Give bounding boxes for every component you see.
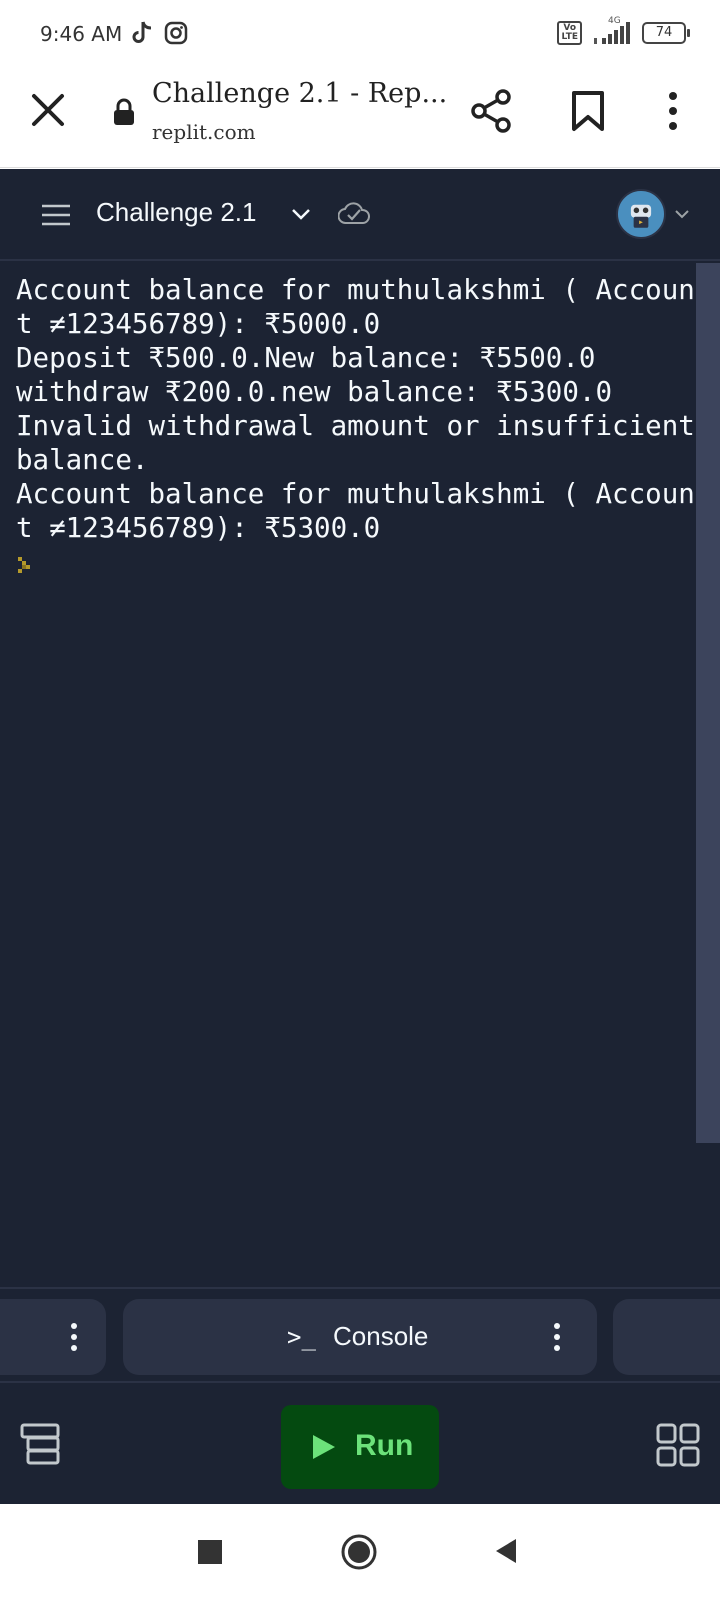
more-vertical-icon[interactable] <box>553 1322 561 1352</box>
browser-toolbar: Challenge 2.1 - Rep... replit.com <box>0 68 720 168</box>
layout-icon[interactable] <box>20 1423 60 1465</box>
repl-name[interactable]: Challenge 2.1 <box>96 197 256 228</box>
tab-previous[interactable] <box>0 1299 106 1375</box>
page-title[interactable]: Challenge 2.1 - Rep... <box>152 78 447 109</box>
cloud-check-icon <box>338 202 370 224</box>
tab-console-label: Console <box>333 1321 429 1351</box>
back-button[interactable] <box>494 1537 518 1565</box>
system-indicators: Vo LTE 4G 74 <box>557 16 690 46</box>
run-button[interactable]: Run <box>281 1405 439 1489</box>
terminal-prompt-icon: >_ <box>287 1323 316 1351</box>
recents-button[interactable] <box>198 1540 222 1564</box>
prompt-cursor-icon <box>18 557 30 573</box>
status-bar: 9:46 AM Vo LTE 4G 74 <box>0 0 720 68</box>
network-type: 4G <box>608 16 621 26</box>
status-time: 9:46 AM <box>40 22 123 46</box>
play-icon <box>313 1435 335 1459</box>
more-vertical-icon[interactable] <box>70 1322 78 1352</box>
bottom-toolbar: Run <box>0 1385 720 1504</box>
more-vertical-icon[interactable] <box>660 90 686 132</box>
notification-icons <box>130 20 188 46</box>
close-icon[interactable] <box>28 90 68 130</box>
tiktok-icon <box>132 21 152 43</box>
page-domain[interactable]: replit.com <box>152 120 256 144</box>
grid-icon[interactable] <box>656 1423 700 1467</box>
run-button-label: Run <box>355 1429 414 1462</box>
share-icon[interactable] <box>470 88 514 134</box>
hamburger-icon[interactable] <box>40 203 72 227</box>
tab-console[interactable]: >_ Console <box>123 1299 597 1375</box>
lock-icon <box>114 98 134 125</box>
signal-icon: 4G <box>592 16 632 46</box>
home-button[interactable] <box>341 1534 377 1570</box>
chevron-down-icon[interactable] <box>674 207 690 221</box>
bookmark-icon[interactable] <box>570 90 606 132</box>
android-nav-bar <box>0 1504 720 1600</box>
tab-next[interactable] <box>613 1299 720 1375</box>
replit-app: Challenge 2.1 Account balance for muthul… <box>0 169 720 1504</box>
volte-icon: Vo LTE <box>557 21 582 45</box>
chevron-down-icon[interactable] <box>290 205 312 223</box>
app-header: Challenge 2.1 <box>0 169 720 261</box>
pane-tabs: >_ Console <box>0 1287 720 1383</box>
avatar[interactable] <box>616 189 666 239</box>
console-text: Account balance for muthulakshmi ( Accou… <box>16 274 695 544</box>
battery-icon: 74 <box>642 22 690 44</box>
console-output[interactable]: Account balance for muthulakshmi ( Accou… <box>0 263 696 1453</box>
instagram-icon <box>164 21 188 45</box>
console-scrollbar[interactable] <box>696 263 720 1143</box>
